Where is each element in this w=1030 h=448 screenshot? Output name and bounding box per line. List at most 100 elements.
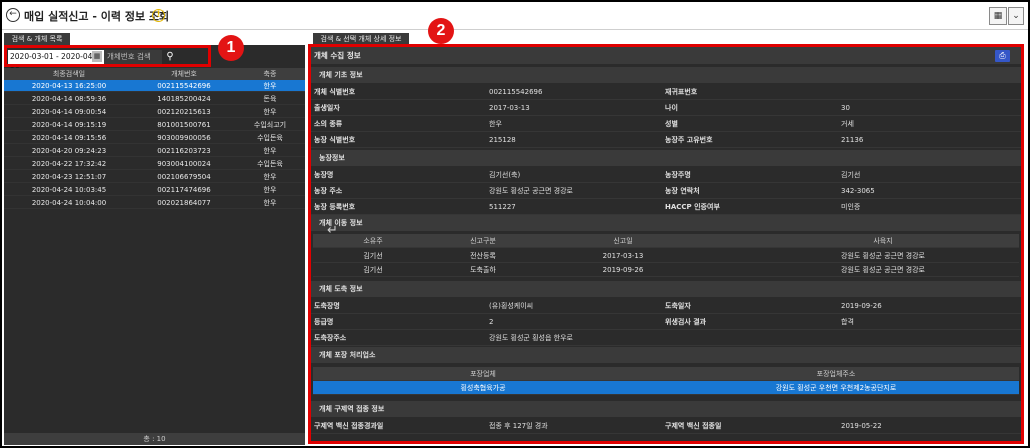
info-key: 재귀표번호 (665, 88, 698, 96)
info-value: 2019-09-26 (841, 302, 882, 310)
row-species: 한우 (263, 108, 277, 116)
col-header-id: 개체번호 (171, 70, 197, 78)
section-slaughter-info: 개체 도축 정보 (311, 281, 1021, 297)
info-value: 거세 (841, 120, 854, 128)
section-vaccine-info: 개체 구제역 접종 정보 (311, 401, 1021, 417)
info-row: 도축장주소 강원도 횡성군 횡성읍 한우로 (311, 331, 1021, 346)
info-row: 소의 종류 한우 성별 거세 (311, 117, 1021, 132)
col-header: 소유주 (363, 237, 383, 245)
info-row: 농장 주소 강원도 횡성군 공근면 경강로 농장 연락처 342-3065 (311, 184, 1021, 199)
info-value: 김기선(축) (489, 171, 521, 179)
info-value: 2017-03-13 (489, 104, 530, 112)
info-value: 30 (841, 104, 850, 112)
search-list-panel: 2020-03-01 - 2020-04-26 ▦ 개체번호 검색 ⚲ 최종검색… (4, 45, 305, 445)
info-icon[interactable]: ! (152, 9, 165, 22)
cell: 김기선 (363, 252, 383, 260)
row-date: 2020-04-22 17:32:42 (31, 160, 107, 168)
title-bar: ← 매입 실적신고 - 이력 정보 조회 ! ▦ ⌄ (2, 2, 1028, 30)
list-row[interactable]: 2020-04-23 12:51:07 002106679504 한우 (4, 171, 305, 183)
info-key: 농장 등록번호 (314, 203, 356, 211)
badge-two: 2 (428, 18, 454, 44)
row-species: 한우 (263, 82, 277, 90)
cell: 김기선 (363, 266, 383, 274)
info-key: 성별 (665, 120, 678, 128)
tab-search-list[interactable]: 검색 & 개체 목록 (4, 33, 70, 45)
list-row[interactable]: 2020-04-13 16:25:00 002115542696 한우 (4, 80, 305, 92)
info-value: 강원도 횡성군 공근면 경강로 (489, 187, 573, 195)
move-table-header: 소유주 신고구분 신고일 사육지 (313, 234, 1019, 248)
list-row[interactable]: 2020-04-20 09:24:23 002116203723 한우 (4, 145, 305, 157)
info-key: 도축장주소 (314, 334, 347, 342)
back-arrow-icon[interactable]: ← (6, 8, 20, 22)
info-key: 농장 주소 (314, 187, 343, 195)
info-value: 미인증 (841, 203, 861, 211)
cell: 강원도 횡성군 공근면 경강로 (841, 252, 925, 260)
layout-grid-button[interactable]: ▦ (989, 7, 1007, 25)
cell: 2019-09-26 (602, 266, 644, 274)
info-value: 2 (489, 318, 494, 326)
info-row: 개체 식별번호 002115542696 재귀표번호 (311, 85, 1021, 100)
row-date: 2020-04-14 08:59:36 (31, 95, 107, 103)
row-date: 2020-04-20 09:24:23 (31, 147, 107, 155)
col-header: 포장업체주소 (816, 370, 856, 378)
list-row[interactable]: 2020-04-14 09:15:56 903009900056 수입돈육 (4, 132, 305, 144)
info-key: 등급명 (314, 318, 334, 326)
table-row[interactable]: 김기선 전산등록 2017-03-13 강원도 횡성군 공근면 경강로 (313, 249, 1019, 263)
info-key: 소의 종류 (314, 120, 343, 128)
info-value: 511227 (489, 203, 516, 211)
info-key: 도축장명 (314, 302, 340, 310)
info-key: 구제역 백신 접종일 (665, 422, 722, 430)
table-row[interactable]: 횡성축협육가공 강원도 횡성군 우천면 우천제2농공단지로 (313, 381, 1019, 395)
info-key: 농장주명 (665, 171, 691, 179)
info-row: 구제역 백신 접종경과일 접종 후 127일 경과 구제역 백신 접종일 2019-0… (311, 419, 1021, 434)
list-row[interactable]: 2020-04-24 10:04:00 002021864077 한우 (4, 197, 305, 209)
row-id: 903004100024 (157, 160, 211, 168)
row-species: 한우 (263, 173, 277, 181)
cell: 횡성축협육가공 (460, 384, 506, 392)
cell: 2017-03-13 (602, 252, 644, 260)
info-value: 강원도 횡성군 횡성읍 한우로 (489, 334, 573, 342)
col-header: 사육지 (873, 237, 893, 245)
info-key: 농장명 (314, 171, 334, 179)
cell: 도축출하 (470, 266, 496, 274)
row-date: 2020-04-13 16:25:00 (31, 82, 107, 90)
list-row[interactable]: 2020-04-22 17:32:42 903004100024 수입돈육 (4, 158, 305, 170)
info-value: 342-3065 (841, 187, 875, 195)
info-value: 21136 (841, 136, 864, 144)
section-packing-info: 개체 포장 처리업소 (311, 347, 1021, 363)
info-row: 농장명 김기선(축) 농장주명 김기선 (311, 168, 1021, 183)
list-row[interactable]: 2020-04-14 08:59:36 140185200424 돈육 (4, 93, 305, 105)
row-id: 002021864077 (157, 199, 211, 207)
cell: 전산등록 (470, 252, 496, 260)
section-move-info: 개체 이동 정보 (311, 215, 1021, 231)
col-header-date: 최종검색일 (52, 70, 86, 78)
print-icon[interactable]: ⎙ (995, 50, 1010, 62)
row-date: 2020-04-23 12:51:07 (31, 173, 107, 181)
info-value: 2019-05-22 (841, 422, 882, 430)
table-row[interactable]: 김기선 도축출하 2019-09-26 강원도 횡성군 공근면 경강로 (313, 263, 1019, 277)
col-header: 신고구분 (470, 237, 496, 245)
col-header-species: 축종 (263, 70, 277, 78)
list-row[interactable]: 2020-04-14 09:00:54 002120215613 한우 (4, 106, 305, 118)
info-key: 나이 (665, 104, 678, 112)
page-title: 매입 실적신고 - 이력 정보 조회 (24, 10, 170, 23)
col-header: 포장업체 (470, 370, 496, 378)
row-id: 002116203723 (157, 147, 211, 155)
row-id: 903009900056 (157, 134, 211, 142)
search-highlight-box (4, 45, 211, 67)
list-row[interactable]: 2020-04-24 10:03:45 002117474696 한우 (4, 184, 305, 196)
info-key: 농장주 고유번호 (665, 136, 713, 144)
detail-panel: 개체 수집 정보 ⎙ 개체 기초 정보 개체 식별번호 002115542696 재… (311, 47, 1021, 441)
info-value: 215128 (489, 136, 516, 144)
row-species: 한우 (263, 186, 277, 194)
row-id: 002120215613 (157, 108, 211, 116)
row-species: 돈육 (263, 95, 277, 103)
info-key: 출생일자 (314, 104, 340, 112)
info-row: 출생일자 2017-03-13 나이 30 (311, 101, 1021, 116)
row-date: 2020-04-14 09:15:19 (31, 121, 107, 129)
list-total: 총 : 10 (4, 433, 305, 445)
info-key: HACCP 인증여부 (665, 203, 720, 211)
info-key: 개체 식별번호 (314, 88, 356, 96)
chevron-down-icon[interactable]: ⌄ (1008, 7, 1024, 25)
list-row[interactable]: 2020-04-14 09:15:19 801001500761 수입쇠고기 (4, 119, 305, 131)
